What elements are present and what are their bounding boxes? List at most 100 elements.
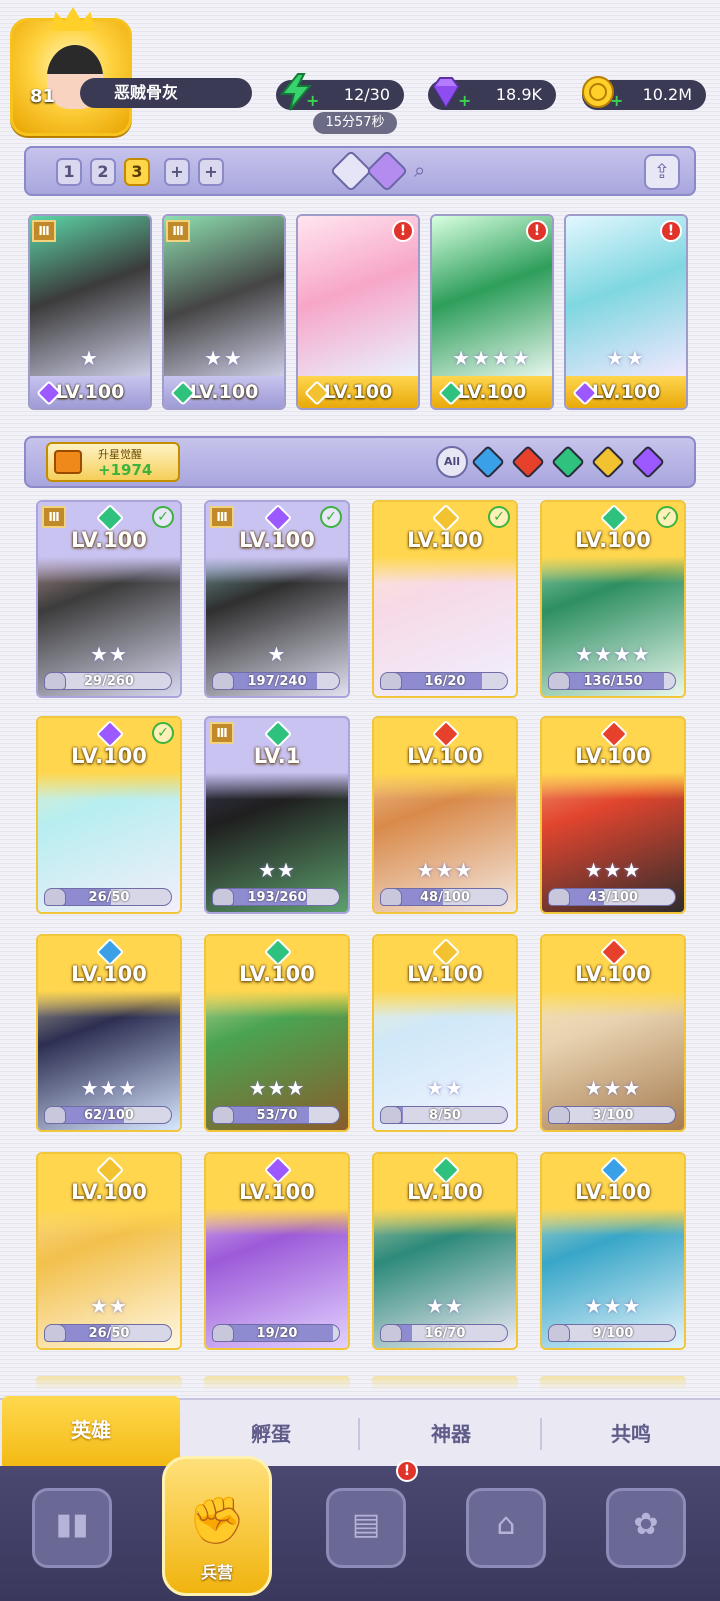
hero-level: LV.100 [239,528,315,552]
hero-stars: ★★ [90,1294,128,1318]
bottom-nav: ▮▮ ✊ 兵营 ▤ ! ⌂ ✿ [0,1456,720,1601]
fist-icon: ✊ [188,1493,246,1547]
shard-icon [44,888,66,906]
share-button[interactable]: ⇪ [644,154,680,190]
hero-stars: ★ [80,346,100,370]
filter-water-icon[interactable] [471,445,505,479]
team-hero-card[interactable]: LV.100! [296,214,420,410]
star-awaken-button[interactable]: 升星觉醒 +1974 [46,442,180,482]
rank-badge-icon: Ⅲ [166,220,190,242]
hero-stars: ★★★ [80,1076,138,1100]
player-name-plate[interactable]: 恶贼骨灰 [80,78,252,108]
energy-plus-icon[interactable]: + [306,93,320,109]
filter-all-button[interactable]: All [436,446,468,478]
hero-level: LV.100 [71,744,147,768]
gem-plus-icon[interactable]: + [458,93,472,109]
filter-fire-icon[interactable] [511,445,545,479]
squad-bar: 1 2 3 + + ⌕ ⇪ [24,146,696,196]
filter-nature-icon[interactable] [551,445,585,479]
next-row-hint [204,1376,350,1390]
team-hero-card[interactable]: ★★★★ LV.100! [430,214,554,410]
crown-icon [51,7,95,31]
check-icon: ✓ [320,506,342,528]
formation-icon[interactable] [329,149,373,193]
nav-barracks-button[interactable]: ✊ 兵营 [162,1456,272,1596]
next-row-hint [540,1376,686,1390]
hero-level: LV.1 [253,744,301,768]
shop-icon: ⌂ [496,1507,516,1542]
hero-level: LV.100 [71,962,147,986]
hero-level: LV.100 [71,1180,147,1204]
shard-icon [212,1106,234,1124]
hero-level: LV.100 [575,962,651,986]
top-bar: 恶贼骨灰 81 12/30 + 15分57秒 18.9K + 10.2M + [0,0,720,140]
tab-resonance[interactable]: 共鸣 [542,1400,720,1468]
team-hero-card[interactable]: ★★ LV.100 Ⅲ [162,214,286,410]
squad-tab-1[interactable]: 1 [56,158,82,186]
element-icon[interactable] [365,149,409,193]
tab-artifacts[interactable]: 神器 [362,1400,540,1468]
cards-icon: ▮▮ [55,1507,89,1542]
hero-stars: ★★ [258,858,296,882]
shard-icon [548,1324,570,1342]
filter-dark-icon[interactable] [631,445,665,479]
hero-card[interactable]: LV.100 ★★ 29/260 ✓ Ⅲ [36,500,182,698]
energy-timer: 15分57秒 [313,112,397,134]
hero-card[interactable]: LV.100 19/20 [204,1152,350,1350]
hero-level: LV.100 [239,962,315,986]
check-icon: ✓ [656,506,678,528]
hero-card[interactable]: LV.100 ★★★ 9/100 [540,1152,686,1350]
hero-card[interactable]: LV.100 ★★★ 3/100 [540,934,686,1132]
search-icon[interactable]: ⌕ [414,158,440,184]
hero-card[interactable]: LV.100 ★★★ 43/100 [540,716,686,914]
shard-icon [380,1324,402,1342]
hero-level: LV.100 [575,528,651,552]
player-avatar[interactable] [10,7,132,136]
hero-card[interactable]: LV.100 ★★★ 62/100 [36,934,182,1132]
hero-stars: ★★ [204,346,244,370]
hero-stars: ★★★ [416,858,474,882]
filter-light-icon[interactable] [591,445,625,479]
next-row-hint [36,1376,182,1390]
coin-plus-icon[interactable]: + [610,93,624,109]
awaken-icon [54,450,82,474]
check-icon: ✓ [152,506,174,528]
nav-shop-button[interactable]: ⌂ [466,1488,546,1568]
squad-add-button-2[interactable]: + [198,158,224,186]
hero-card[interactable]: LV.100 ★★★★ 136/150 ✓ [540,500,686,698]
hero-level: LV.100 [407,1180,483,1204]
hero-card[interactable]: LV.100 26/50 ✓ [36,716,182,914]
energy-value: 12/30 [343,85,390,104]
shard-icon [212,672,234,690]
next-row-hint [372,1376,518,1390]
tab-heroes[interactable]: 英雄 [2,1396,180,1468]
team-hero-card[interactable]: ★ LV.100 Ⅲ [28,214,152,410]
shard-icon [548,888,570,906]
squad-tab-3[interactable]: 3 [124,158,150,186]
squad-add-button[interactable]: + [164,158,190,186]
nav-guild-button[interactable]: ✿ [606,1488,686,1568]
hero-level: LV.100 [407,744,483,768]
hero-stars: ★★★★ [452,346,532,370]
nav-book-button[interactable]: ▤ [326,1488,406,1568]
hero-card[interactable]: LV.100 ★★ 26/50 [36,1152,182,1350]
hero-card[interactable]: LV.100 16/20 ✓ [372,500,518,698]
hero-stars: ★★★★ [575,642,651,666]
hero-level: LV.100 [575,744,651,768]
hero-card[interactable]: LV.100 ★★★ 48/100 [372,716,518,914]
shard-icon [380,672,402,690]
squad-tab-2[interactable]: 2 [90,158,116,186]
team-hero-card[interactable]: ★★ LV.100! [564,214,688,410]
check-icon: ✓ [488,506,510,528]
shard-icon [548,1106,570,1124]
hero-card[interactable]: LV.100 ★★ 16/70 [372,1152,518,1350]
hero-card[interactable]: LV.100 ★★ 8/50 [372,934,518,1132]
hero-card[interactable]: LV.1 ★★ 193/260 Ⅲ [204,716,350,914]
player-name: 恶贼骨灰 [114,83,179,102]
shard-icon [44,1106,66,1124]
nav-cards-button[interactable]: ▮▮ [32,1488,112,1568]
hero-card[interactable]: LV.100 ★★★ 53/70 [204,934,350,1132]
tab-divider [358,1418,360,1450]
hero-card[interactable]: LV.100 ★ 197/240 ✓ Ⅲ [204,500,350,698]
shard-icon [212,888,234,906]
